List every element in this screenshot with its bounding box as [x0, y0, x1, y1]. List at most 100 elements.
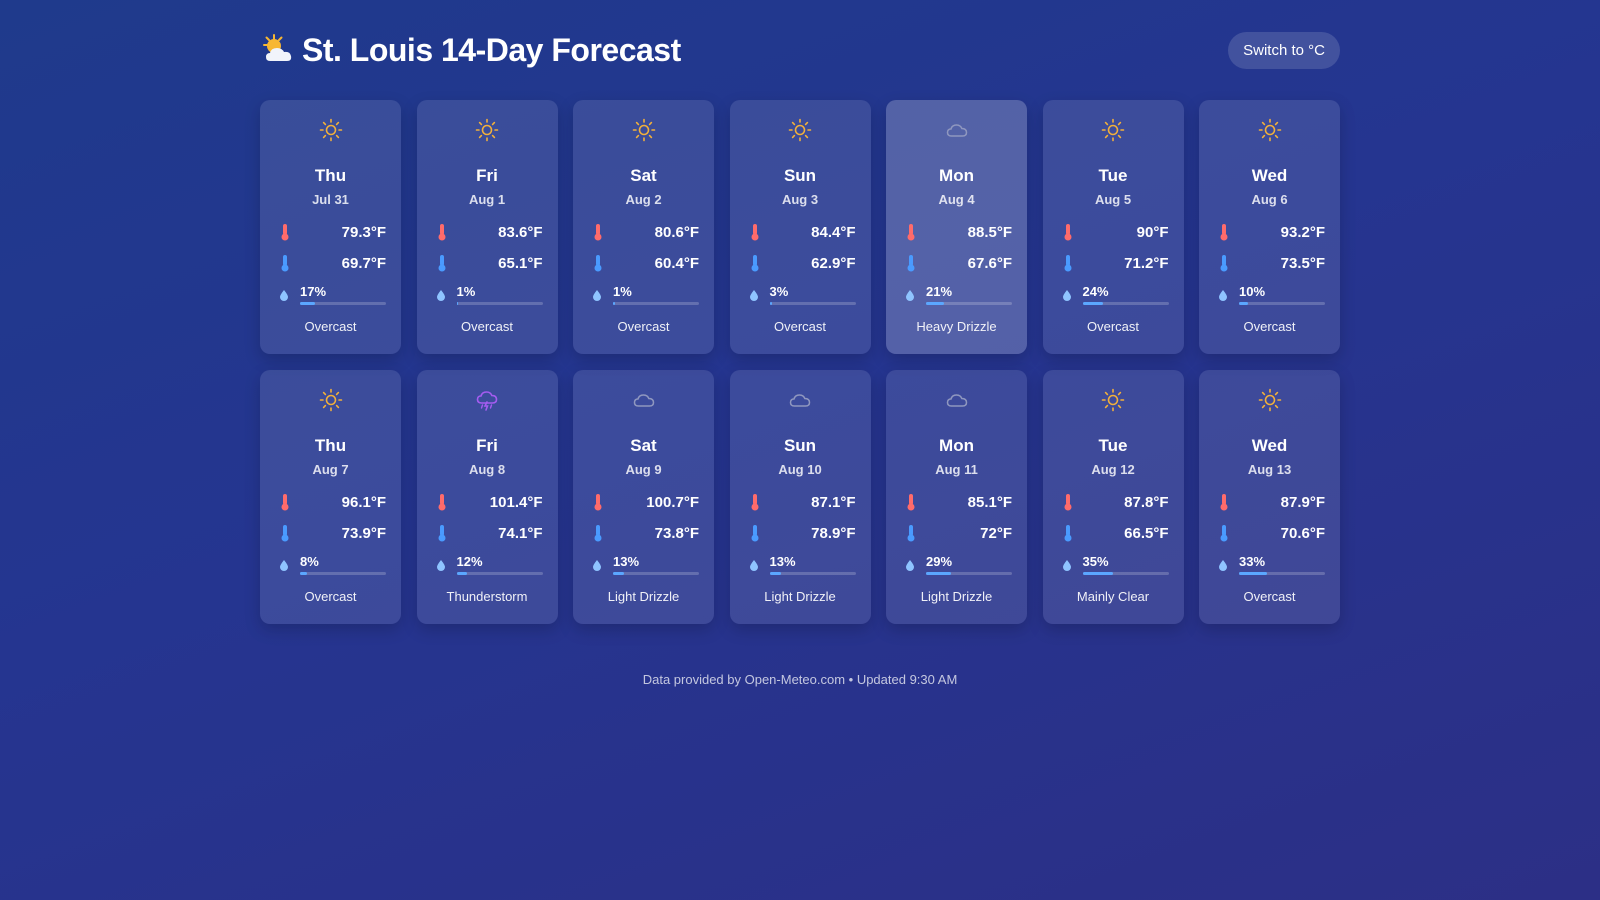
- condition-label: Mainly Clear: [1076, 589, 1150, 604]
- day-card-3[interactable]: Sat Aug 2 80.6°F 60.4°F 1% Overcast: [573, 100, 714, 354]
- low-temp-row: 71.2°F: [1063, 253, 1169, 273]
- high-temp-row: 88.5°F: [906, 222, 1012, 242]
- footer-attribution: Data provided by Open-Meteo.com • Update…: [642, 672, 958, 687]
- condition-label: Overcast: [1086, 319, 1139, 334]
- precipitation-bar: [613, 302, 699, 305]
- droplet-icon: [436, 288, 445, 301]
- low-temp: 73.8°F: [654, 524, 699, 542]
- day-card-14[interactable]: Wed Aug 13 87.9°F 70.6°F 33% Overcast: [1199, 370, 1340, 624]
- precipitation-row: 13%: [593, 554, 699, 575]
- sun-icon: [1101, 388, 1125, 412]
- precipitation-chance: 17%: [300, 284, 327, 299]
- low-temp: 74.1°F: [498, 524, 543, 542]
- low-temp-row: 62.9°F: [750, 253, 856, 273]
- thermometer-low-icon: [750, 254, 760, 272]
- low-temp-row: 70.6°F: [1219, 523, 1325, 543]
- day-name: Thu: [314, 166, 347, 185]
- low-temp: 62.9°F: [811, 254, 856, 272]
- precipitation-chance: 24%: [1082, 284, 1109, 299]
- condition-label: Overcast: [304, 589, 357, 604]
- thermometer-low-icon: [280, 524, 290, 542]
- low-temp: 67.6°F: [967, 254, 1012, 272]
- day-card-1[interactable]: Thu Jul 31 79.3°F 69.7°F 17% Overcast: [260, 100, 401, 354]
- low-temp: 73.9°F: [341, 524, 386, 542]
- precipitation-bar: [300, 572, 386, 575]
- precipitation-bar: [300, 302, 386, 305]
- forecast-container: St. Louis 14-Day Forecast Switch to °C T…: [260, 22, 1340, 624]
- precipitation-row: 13%: [749, 554, 856, 575]
- precipitation-bar: [1239, 572, 1325, 575]
- day-date: Aug 10: [778, 462, 822, 477]
- day-name: Thu: [314, 436, 347, 455]
- low-temp: 72°F: [980, 524, 1012, 542]
- precipitation-bar-fill: [1082, 302, 1104, 305]
- day-card-4[interactable]: Sun Aug 3 84.4°F 62.9°F 3% Overcast: [729, 100, 871, 354]
- thermometer-high-icon: [906, 223, 916, 241]
- droplet-icon: [906, 288, 914, 301]
- high-temp-row: 87.8°F: [1063, 492, 1169, 512]
- droplet-icon: [1062, 288, 1071, 301]
- precipitation-bar-fill: [300, 302, 315, 305]
- day-card-12[interactable]: Mon Aug 11 85.1°F 72°F 29% Light Drizzle: [886, 370, 1027, 624]
- condition-label: Light Drizzle: [607, 589, 680, 604]
- precipitation-row: 8%: [280, 554, 386, 575]
- day-date: Aug 7: [312, 462, 349, 477]
- precipitation-bar-fill: [1082, 572, 1113, 575]
- thermometer-high-icon: [280, 493, 290, 511]
- day-card-13[interactable]: Tue Aug 12 87.8°F 66.5°F 35% Mainly Clea…: [1042, 370, 1184, 624]
- precipitation-bar: [926, 302, 1012, 305]
- high-temp-row: 87.9°F: [1219, 492, 1325, 512]
- low-temp-row: 72°F: [906, 523, 1012, 543]
- day-card-10[interactable]: Sat Aug 9 100.7°F 73.8°F 13% Light Drizz…: [573, 370, 714, 624]
- day-date: Aug 4: [938, 192, 975, 207]
- thermometer-high-icon: [437, 223, 447, 241]
- day-card-8[interactable]: Thu Aug 7 96.1°F 73.9°F 8% Overcast: [260, 370, 401, 624]
- day-card-7[interactable]: Wed Aug 6 93.2°F 73.5°F 10% Overcast: [1199, 100, 1340, 354]
- thermometer-low-icon: [437, 524, 447, 542]
- thermometer-low-icon: [437, 254, 447, 272]
- low-temp-row: 78.9°F: [750, 523, 856, 543]
- precipitation-bar: [1239, 302, 1325, 305]
- precipitation-bar: [613, 572, 699, 575]
- precipitation-bar: [1082, 302, 1169, 305]
- thermometer-high-icon: [1063, 493, 1073, 511]
- droplet-icon: [906, 558, 914, 571]
- thermometer-high-icon: [906, 493, 916, 511]
- thermometer-low-icon: [1219, 524, 1229, 542]
- low-temp-row: 73.9°F: [280, 523, 386, 543]
- day-card-9[interactable]: Fri Aug 8 101.4°F 74.1°F 12% Thunderstor…: [416, 370, 558, 624]
- day-date: Aug 9: [625, 462, 662, 477]
- precipitation-row: 12%: [436, 554, 543, 575]
- high-temp: 87.9°F: [1280, 493, 1325, 511]
- day-name: Sat: [630, 436, 657, 455]
- high-temp: 93.2°F: [1280, 223, 1325, 241]
- droplet-icon: [1219, 558, 1227, 571]
- droplet-icon: [436, 558, 445, 571]
- thermometer-high-icon: [593, 493, 603, 511]
- day-date: Aug 6: [1251, 192, 1288, 207]
- precipitation-bar-fill: [926, 302, 945, 305]
- unit-toggle-button[interactable]: Switch to °C: [1228, 31, 1340, 69]
- thermometer-high-icon: [437, 493, 447, 511]
- day-card-5[interactable]: Mon Aug 4 88.5°F 67.6°F 21% Heavy Drizzl…: [886, 100, 1027, 354]
- precipitation-bar: [456, 572, 543, 575]
- thermometer-low-icon: [280, 254, 290, 272]
- thermometer-low-icon: [593, 254, 603, 272]
- thermometer-high-icon: [750, 223, 760, 241]
- day-card-2[interactable]: Fri Aug 1 83.6°F 65.1°F 1% Overcast: [416, 100, 558, 354]
- day-name: Tue: [1098, 436, 1128, 455]
- high-temp: 96.1°F: [341, 493, 386, 511]
- precipitation-bar-fill: [456, 302, 459, 305]
- high-temp-row: 85.1°F: [906, 492, 1012, 512]
- precipitation-row: 33%: [1219, 554, 1325, 575]
- low-temp-row: 73.8°F: [593, 523, 699, 543]
- precipitation-bar: [769, 572, 856, 575]
- thermometer-high-icon: [280, 223, 290, 241]
- low-temp: 71.2°F: [1124, 254, 1169, 272]
- day-card-11[interactable]: Sun Aug 10 87.1°F 78.9°F 13% Light Drizz…: [729, 370, 871, 624]
- precipitation-chance: 29%: [926, 554, 953, 569]
- day-card-6[interactable]: Tue Aug 5 90°F 71.2°F 24% Overcast: [1042, 100, 1184, 354]
- thermometer-low-icon: [1063, 524, 1073, 542]
- sun-icon: [1258, 388, 1282, 412]
- droplet-icon: [280, 558, 288, 571]
